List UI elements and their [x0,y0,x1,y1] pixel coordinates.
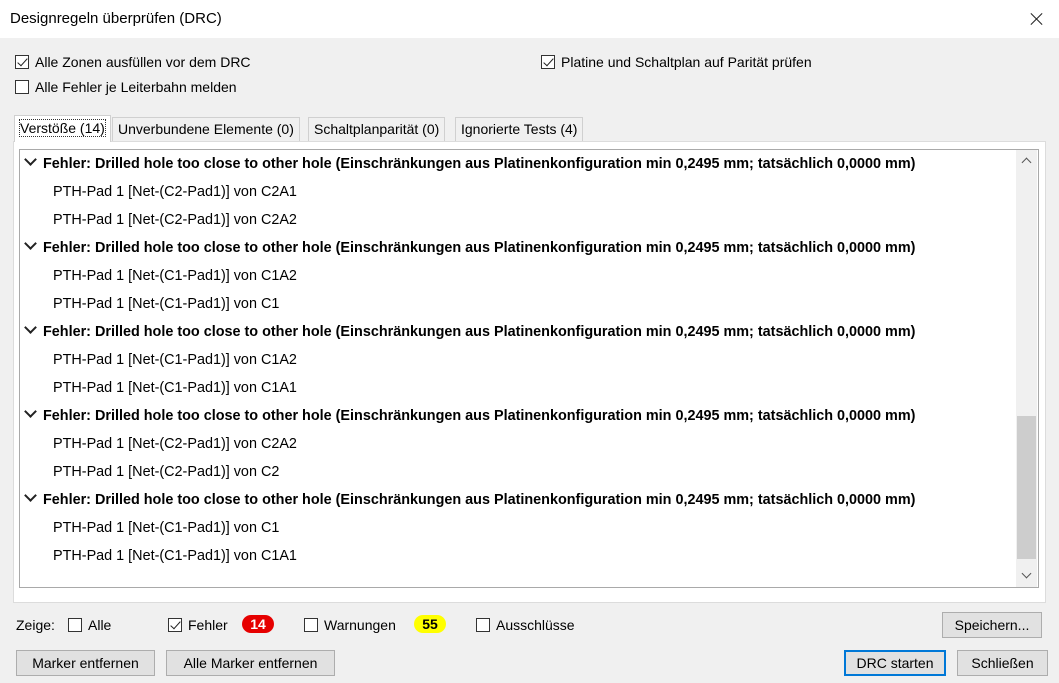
violation-header[interactable]: Fehler: Drilled hole too close to other … [20,318,915,346]
violation-item[interactable]: PTH-Pad 1 [Net-(C1-Pad1)] von C1 [20,514,279,542]
filter-warnings-checkbox[interactable]: Warnungen [304,617,396,633]
save-button[interactable]: Speichern... [942,612,1042,638]
errors-count-badge: 14 [242,615,274,633]
violation-item[interactable]: PTH-Pad 1 [Net-(C1-Pad1)] von C1A2 [20,346,297,374]
filter-all-checkbox[interactable]: Alle [68,617,111,633]
fill-zones-checkbox[interactable]: Alle Zonen ausfüllen vor dem DRC [15,54,251,70]
filter-warnings-checkbox-box[interactable] [304,618,318,632]
tab-ignored-tests-label: Ignorierte Tests (4) [461,121,578,137]
chevron-down-icon[interactable] [24,489,37,502]
filter-label: Zeige: [16,617,55,633]
filter-all-label: Alle [88,617,112,633]
title-bar: Designregeln überprüfen (DRC) [0,0,1059,38]
filter-warnings-label: Warnungen [324,617,396,633]
tab-violations[interactable]: Verstöße (14) [14,115,111,142]
close-icon[interactable] [1022,6,1050,32]
filter-errors-checkbox-box[interactable] [168,618,182,632]
vertical-scrollbar[interactable] [1016,150,1037,587]
window-title: Designregeln überprüfen (DRC) [10,10,222,27]
run-drc-button[interactable]: DRC starten [844,650,946,676]
violation-header-text: Fehler: Drilled hole too close to other … [43,492,916,508]
violations-tree[interactable]: Fehler: Drilled hole too close to other … [20,150,1016,587]
violation-header[interactable]: Fehler: Drilled hole too close to other … [20,234,915,262]
fill-zones-checkbox-box[interactable] [15,55,29,69]
tab-unconnected[interactable]: Unverbundene Elemente (0) [112,117,300,141]
all-track-errors-checkbox-box[interactable] [15,80,29,94]
warnings-count-badge: 55 [414,615,446,633]
violation-header-text: Fehler: Drilled hole too close to other … [43,408,916,424]
all-track-errors-label: Alle Fehler je Leiterbahn melden [35,79,237,95]
tab-schematic-parity[interactable]: Schaltplanparität (0) [308,117,446,141]
tab-unconnected-label: Unverbundene Elemente (0) [118,121,294,137]
remove-all-markers-button[interactable]: Alle Marker entfernen [166,650,335,676]
violation-item[interactable]: PTH-Pad 1 [Net-(C2-Pad1)] von C2A2 [20,430,297,458]
parity-checkbox[interactable]: Platine und Schaltplan auf Parität prüfe… [541,54,812,70]
chevron-down-icon[interactable] [24,153,37,166]
scroll-down-icon[interactable] [1016,567,1037,585]
filter-exclusions-checkbox-box[interactable] [476,618,490,632]
filter-all-checkbox-box[interactable] [68,618,82,632]
violation-item[interactable]: PTH-Pad 1 [Net-(C1-Pad1)] von C1A1 [20,542,297,570]
violation-item[interactable]: PTH-Pad 1 [Net-(C1-Pad1)] von C1 [20,290,279,318]
chevron-down-icon[interactable] [24,237,37,250]
filter-errors-label: Fehler [188,617,228,633]
violation-header-text: Fehler: Drilled hole too close to other … [43,240,916,256]
violation-header-text: Fehler: Drilled hole too close to other … [43,324,916,340]
tab-violations-label: Verstöße (14) [19,119,106,137]
violation-header[interactable]: Fehler: Drilled hole too close to other … [20,150,915,178]
fill-zones-label: Alle Zonen ausfüllen vor dem DRC [35,54,251,70]
tab-schematic-parity-label: Schaltplanparität (0) [314,121,440,137]
violation-header[interactable]: Fehler: Drilled hole too close to other … [20,486,915,514]
violation-item[interactable]: PTH-Pad 1 [Net-(C2-Pad1)] von C2 [20,458,279,486]
all-track-errors-checkbox[interactable]: Alle Fehler je Leiterbahn melden [15,79,237,95]
tab-ignored-tests[interactable]: Ignorierte Tests (4) [455,117,584,141]
filter-errors-checkbox[interactable]: Fehler [168,617,228,633]
violation-item[interactable]: PTH-Pad 1 [Net-(C2-Pad1)] von C2A1 [20,178,297,206]
chevron-down-icon[interactable] [24,321,37,334]
remove-marker-button[interactable]: Marker entfernen [16,650,155,676]
violation-header-text: Fehler: Drilled hole too close to other … [43,156,916,172]
violation-item[interactable]: PTH-Pad 1 [Net-(C2-Pad1)] von C2A2 [20,206,297,234]
violation-item[interactable]: PTH-Pad 1 [Net-(C1-Pad1)] von C1A1 [20,374,297,402]
chevron-down-icon[interactable] [24,405,37,418]
scroll-up-icon[interactable] [1016,152,1037,170]
filter-exclusions-checkbox[interactable]: Ausschlüsse [476,617,575,633]
scrollbar-thumb[interactable] [1017,416,1036,560]
close-button[interactable]: Schließen [957,650,1048,676]
violation-header[interactable]: Fehler: Drilled hole too close to other … [20,402,915,430]
violation-item[interactable]: PTH-Pad 1 [Net-(C1-Pad1)] von C1A2 [20,262,297,290]
parity-checkbox-box[interactable] [541,55,555,69]
filter-exclusions-label: Ausschlüsse [496,617,575,633]
parity-label: Platine und Schaltplan auf Parität prüfe… [561,54,812,70]
